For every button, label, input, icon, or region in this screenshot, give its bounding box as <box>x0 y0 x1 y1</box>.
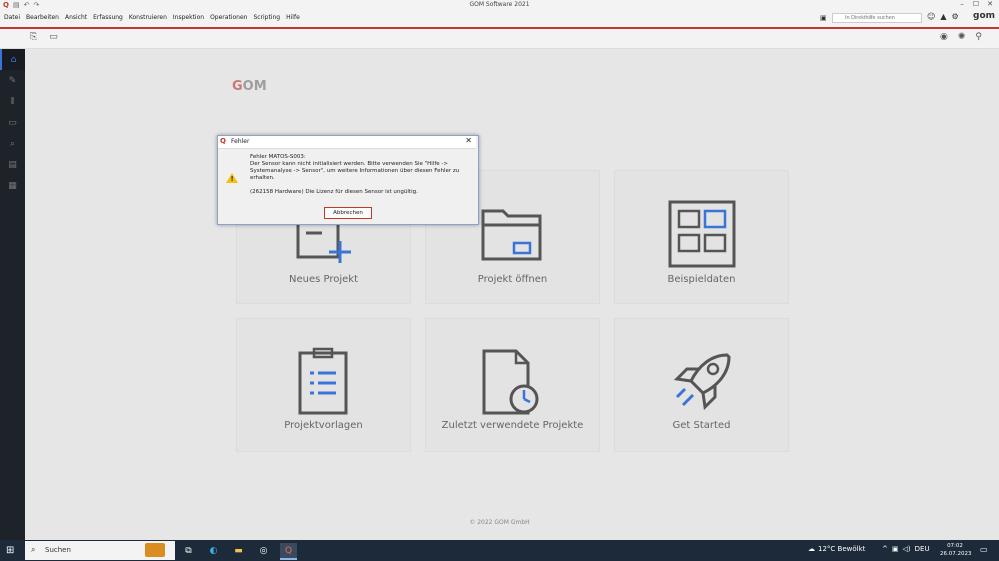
volume-icon[interactable]: ◁) <box>903 545 911 553</box>
menu-bar: Datei Bearbeiten Ansicht Erfassung Konst… <box>0 10 999 27</box>
error-code: Fehler MATOS-S003: <box>250 154 306 160</box>
file-explorer-icon[interactable]: ▬ <box>230 543 247 558</box>
cancel-button[interactable]: Abbrechen <box>324 207 372 219</box>
dialog-title: Fehler <box>231 138 250 145</box>
weather-widget[interactable]: ☁ 12°C Bewölkt <box>808 545 865 553</box>
cloud-icon: ☁ <box>808 545 815 553</box>
taskbar: ⊞ ⌕ Suchen ⧉ ◐ ▬ ◎ Q ☁ 12°C Bewölkt ^ ▣ … <box>0 540 999 561</box>
camera-icon: ▭ <box>8 117 17 128</box>
error-dialog: Q Fehler ✕ ! Fehler MATOS-S003: Der Sens… <box>217 135 479 225</box>
settings-icon[interactable]: ⚙ <box>952 12 959 21</box>
tile-label: Projekt öffnen <box>477 274 548 285</box>
tile-label: Beispieldaten <box>667 274 736 285</box>
tile-label: Zuletzt verwendete Projekte <box>441 420 584 431</box>
tile-example-data[interactable]: Beispieldaten <box>614 170 789 304</box>
menu-konstruieren[interactable]: Konstruieren <box>129 14 167 21</box>
error-description: Der Sensor kann nicht initialisiert werd… <box>250 161 460 181</box>
tile-label: Projektvorlagen <box>284 420 363 431</box>
help-search-input[interactable] <box>832 13 922 23</box>
clock[interactable]: 07:02 26.07.2023 <box>940 542 972 558</box>
edge-icon[interactable]: ◐ <box>205 543 222 558</box>
window-title: GOM Software 2021 <box>469 1 530 8</box>
sidebar-item-columns[interactable]: ⦀ <box>0 91 25 112</box>
toolbar: ⎘ ▭ ◉ ✺ ⚲ <box>0 29 999 49</box>
wrench-icon: ✎ <box>8 75 17 86</box>
clipboard-icon <box>298 347 347 415</box>
grid-icon: ▦ <box>8 180 17 191</box>
menu-operationen[interactable]: Operationen <box>210 14 247 21</box>
sidebar-item-inspect[interactable]: ⌕ <box>0 133 25 154</box>
menu-inspektion[interactable]: Inspektion <box>173 14 204 21</box>
clock-date: 26.07.2023 <box>940 551 972 557</box>
sidebar-item-grid[interactable]: ▦ <box>0 175 25 196</box>
tile-label: Get Started <box>672 420 731 431</box>
menu-scripting[interactable]: Scripting <box>253 14 280 21</box>
dialog-close-button[interactable]: ✕ <box>465 136 472 145</box>
sidebar: ⌂ ✎ ⦀ ▭ ⌕ ▤ ▦ <box>0 49 25 540</box>
tile-label: Neues Projekt <box>288 274 359 285</box>
example-data-icon <box>668 200 735 268</box>
sidebar-item-report[interactable]: ▤ <box>0 154 25 175</box>
language-indicator[interactable]: DEU <box>915 545 930 553</box>
light-icon[interactable]: ✺ <box>958 32 966 42</box>
report-icon: ▤ <box>8 159 17 170</box>
pin-icon[interactable]: ⚲ <box>975 32 982 42</box>
search-icon: ⌕ <box>31 545 36 554</box>
sensor-icon[interactable]: ◉ <box>940 32 948 42</box>
dialog-titlebar: Q Fehler ✕ <box>218 136 476 149</box>
columns-icon: ⦀ <box>10 96 15 107</box>
minimize-button[interactable]: – <box>955 0 969 9</box>
copyright-text: © 2022 GOM GmbH <box>469 519 530 526</box>
window-controls: – ☐ ✕ <box>955 0 997 9</box>
weather-text: 12°C Bewölkt <box>818 545 866 553</box>
app-logo-icon: Q <box>220 137 226 145</box>
close-window-button[interactable]: ✕ <box>983 0 997 9</box>
taskbar-search[interactable]: ⌕ Suchen <box>25 541 175 560</box>
recent-file-icon <box>482 349 538 415</box>
academy-icon[interactable]: ▲ <box>940 12 946 21</box>
error-detail: (262158 Hardware) Die Lizenz für diesen … <box>250 189 418 195</box>
open-folder-icon[interactable]: ▭ <box>49 32 58 42</box>
warning-mark: ! <box>230 175 234 183</box>
search-label: Suchen <box>45 546 71 554</box>
network-icon[interactable]: ▣ <box>892 545 899 553</box>
gom-logo: gom <box>973 11 996 21</box>
gom-app-icon[interactable]: Q <box>280 543 297 560</box>
sidebar-item-home[interactable]: ⌂ <box>0 49 25 70</box>
clock-time: 07:02 <box>947 543 963 549</box>
magnifier-icon: ⌕ <box>9 138 16 149</box>
system-tray: ^ ▣ ◁) DEU <box>882 545 930 553</box>
sidebar-item-camera[interactable]: ▭ <box>0 112 25 133</box>
rocket-icon <box>673 353 731 411</box>
search-app-icon[interactable]: ◎ <box>255 543 272 558</box>
sidebar-item-tools[interactable]: ✎ <box>0 70 25 91</box>
help-book-icon: ▣ <box>820 14 827 22</box>
menu-datei[interactable]: Datei <box>4 14 20 21</box>
tile-recent-projects[interactable]: Zuletzt verwendete Projekte <box>425 318 600 452</box>
task-view-icon[interactable]: ⧉ <box>180 543 197 558</box>
new-icon[interactable]: ⎘ <box>30 32 37 42</box>
windows-start-icon[interactable]: ⊞ <box>6 545 14 556</box>
start-brand: GOM <box>232 79 267 94</box>
menu-erfassung[interactable]: Erfassung <box>93 14 123 21</box>
menu-ansicht[interactable]: Ansicht <box>65 14 87 21</box>
notification-icon[interactable]: ▭ <box>980 545 988 554</box>
home-icon: ⌂ <box>10 54 17 65</box>
chevron-up-icon[interactable]: ^ <box>882 545 888 553</box>
tile-get-started[interactable]: Get Started <box>614 318 789 452</box>
title-bar: Q ▤ ↶ ↷ GOM Software 2021 – ☐ ✕ <box>0 0 999 10</box>
menu-hilfe[interactable]: Hilfe <box>286 14 300 21</box>
user-icon[interactable]: ☺ <box>927 12 935 21</box>
tile-templates[interactable]: Projektvorlagen <box>236 318 411 452</box>
search-highlight-icon <box>145 543 165 557</box>
folder-open-icon <box>481 209 541 261</box>
maximize-button[interactable]: ☐ <box>969 0 983 9</box>
dialog-message: Fehler MATOS-S003: Der Sensor kann nicht… <box>250 154 470 196</box>
menu-bearbeiten[interactable]: Bearbeiten <box>26 14 59 21</box>
